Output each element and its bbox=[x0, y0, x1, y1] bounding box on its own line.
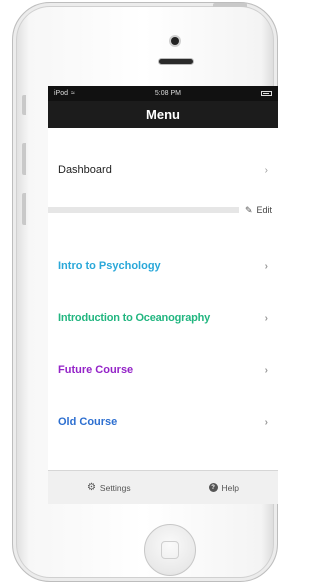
carrier-label: iPod bbox=[54, 90, 69, 97]
nav-bar: Menu bbox=[48, 101, 278, 128]
help-label: Help bbox=[221, 482, 240, 493]
edit-button[interactable]: ✎ Edit bbox=[245, 205, 272, 216]
courses-section-header: ✎ Edit bbox=[48, 200, 278, 220]
settings-label: Settings bbox=[99, 482, 131, 493]
menu-item-label: Dashboard bbox=[58, 164, 112, 176]
chevron-right-icon: › bbox=[264, 364, 268, 376]
power-button bbox=[213, 3, 247, 7]
bottom-toolbar: ⚙ Settings ? Help bbox=[48, 470, 278, 504]
home-button-square-icon bbox=[161, 541, 179, 559]
chevron-right-icon: › bbox=[264, 416, 268, 428]
course-label: Introduction to Oceanography bbox=[58, 312, 211, 324]
home-button[interactable] bbox=[144, 524, 196, 576]
course-item[interactable]: Introduction to Oceanography › bbox=[48, 298, 278, 338]
menu-item-dashboard[interactable]: Dashboard › bbox=[48, 150, 278, 190]
front-camera bbox=[171, 37, 179, 45]
settings-button[interactable]: ⚙ Settings bbox=[87, 482, 131, 493]
section-divider bbox=[48, 207, 239, 213]
help-button[interactable]: ? Help bbox=[208, 482, 240, 493]
gear-icon: ⚙ bbox=[86, 482, 96, 493]
course-label: Old Course bbox=[58, 416, 118, 428]
battery-icon bbox=[261, 91, 272, 96]
status-time: 5:08 PM bbox=[154, 90, 181, 97]
wifi-icon: ≈ bbox=[71, 90, 75, 97]
course-label: Future Course bbox=[58, 364, 134, 376]
menu-list: Dashboard › ✎ Edit Intro to Psychology ›… bbox=[48, 128, 278, 470]
volume-down-button bbox=[22, 193, 26, 225]
help-icon: ? bbox=[208, 483, 218, 492]
phone-screen: iPod ≈ 5:08 PM Menu Dashboard › ✎ Edit I… bbox=[48, 86, 278, 504]
course-item[interactable]: Old Course › bbox=[48, 402, 278, 442]
mute-switch bbox=[22, 95, 26, 115]
page-title: Menu bbox=[146, 107, 180, 122]
chevron-right-icon: › bbox=[264, 164, 268, 176]
course-label: Intro to Psychology bbox=[58, 260, 161, 272]
pencil-icon: ✎ bbox=[244, 204, 253, 215]
status-bar: iPod ≈ 5:08 PM bbox=[48, 86, 278, 101]
earpiece-speaker bbox=[159, 59, 193, 64]
edit-label: Edit bbox=[256, 205, 272, 215]
course-item[interactable]: Intro to Psychology › bbox=[48, 246, 278, 286]
course-item[interactable]: Future Course › bbox=[48, 350, 278, 390]
volume-up-button bbox=[22, 143, 26, 175]
chevron-right-icon: › bbox=[264, 312, 268, 324]
chevron-right-icon: › bbox=[264, 260, 268, 272]
